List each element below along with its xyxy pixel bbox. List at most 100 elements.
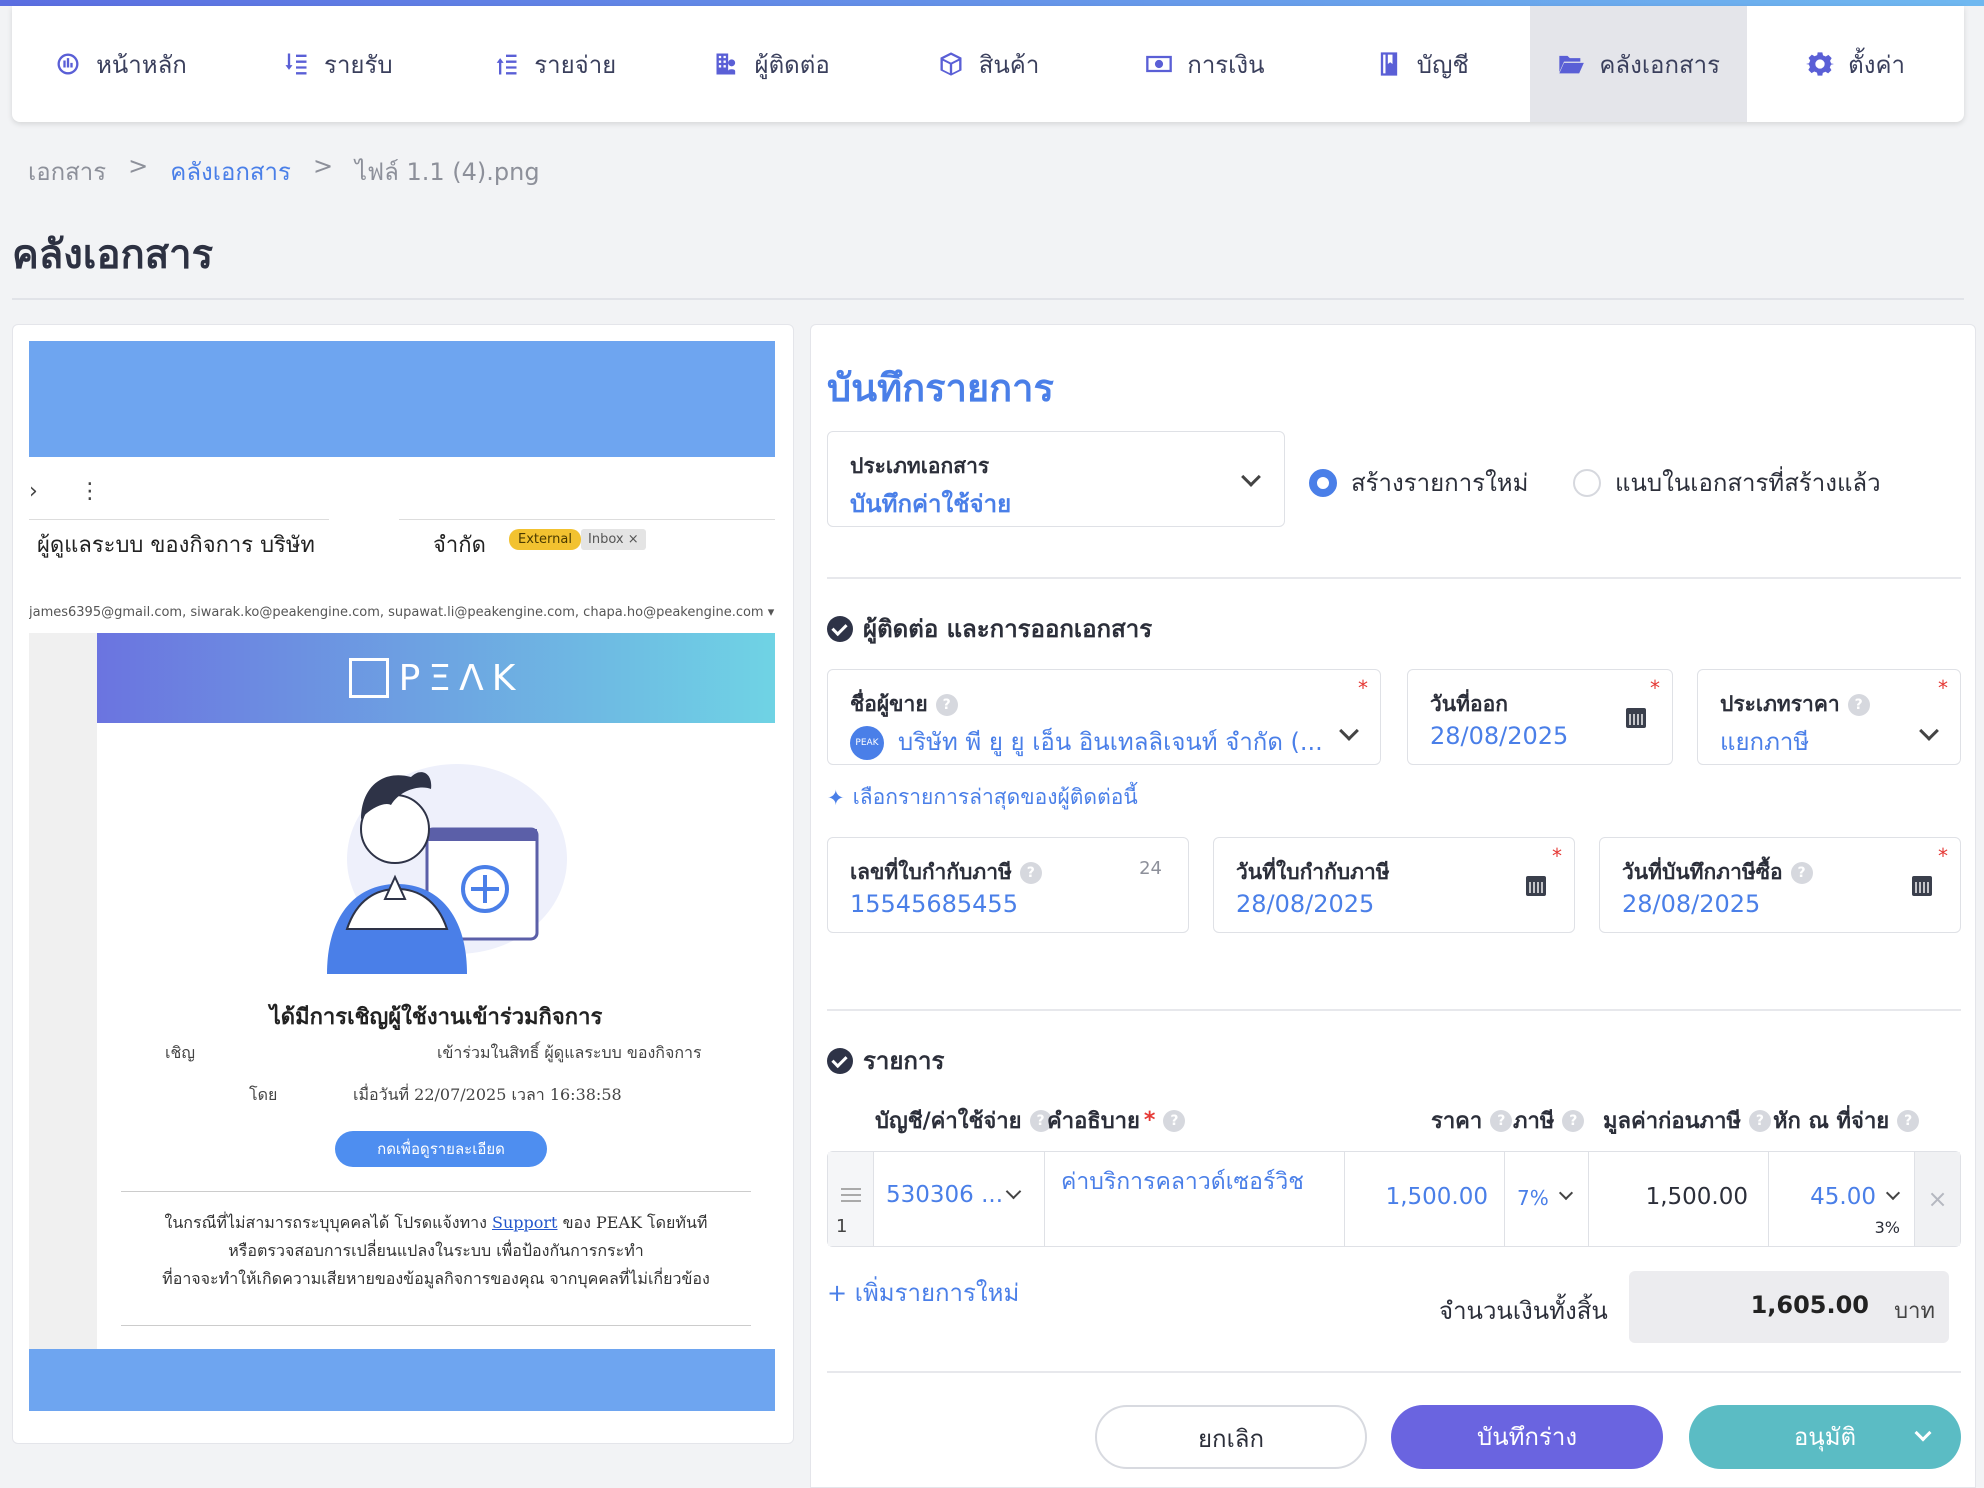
nav-item-settings[interactable]: ตั้งค่า: [1747, 6, 1964, 122]
contact-section-header: ผู้ติดต่อ และการออกเอกสาร: [827, 609, 1152, 648]
drag-handle[interactable]: 1: [828, 1152, 874, 1246]
form-title: บันทึกรายการ: [827, 366, 1054, 410]
email-subject: ผู้ดูแลระบบ ของกิจการ บริษัท: [37, 533, 315, 558]
column-label: ภาษี: [1513, 1109, 1555, 1134]
tax-invoice-date-field[interactable]: วันที่ใบกำกับภาษี 28/08/2025 *: [1213, 837, 1575, 933]
nav-item-accounting[interactable]: บัญชี: [1313, 6, 1530, 122]
email-body: PΞΛK ได้มีการเชิญผู้ใช้งานเข้าร่วมกิจการ…: [97, 633, 775, 1349]
account-value: 530306 ...: [886, 1182, 1004, 1208]
section-divider: [827, 577, 1961, 579]
price-input[interactable]: 1,500.00: [1344, 1152, 1504, 1246]
nav-item-products[interactable]: สินค้า: [880, 6, 1097, 122]
column-label: บัญชี/ค่าใช้จ่าย: [875, 1109, 1022, 1134]
calendar-icon[interactable]: [1626, 708, 1646, 728]
page-title: คลังเอกสาร: [12, 232, 214, 278]
field-label: ประเภทเอกสาร: [850, 454, 990, 478]
withholding-value: 45.00: [1810, 1184, 1876, 1210]
nav-item-income[interactable]: รายรับ: [229, 6, 446, 122]
price-value: 1,500.00: [1385, 1184, 1488, 1210]
help-icon[interactable]: ?: [1847, 694, 1870, 716]
help-icon[interactable]: ?: [1748, 1109, 1771, 1132]
breadcrumb-documents[interactable]: เอกสาร: [28, 152, 106, 191]
invite-title: ได้มีการเชิญผู้ใช้งานเข้าร่วมกิจการ: [269, 1004, 603, 1030]
chevron-down-icon: [1005, 1183, 1022, 1200]
nav-item-label: ผู้ติดต่อ: [754, 50, 830, 79]
nav-item-expense[interactable]: รายจ่าย: [446, 6, 663, 122]
section-title: รายการ: [863, 1047, 945, 1075]
column-label: ราคา: [1431, 1109, 1483, 1134]
description-input[interactable]: ค่าบริการคลาวด์เซอร์วิช: [1044, 1152, 1344, 1246]
column-price: ราคา?: [1431, 1103, 1513, 1138]
character-counter: 24: [1139, 858, 1162, 879]
radio-attach-existing[interactable]: แนบในเอกสารที่สร้างแล้ว: [1573, 463, 1881, 502]
invite-label: เชิญ: [165, 1043, 195, 1062]
pretax-value: 1,500.00: [1645, 1184, 1748, 1210]
calendar-icon[interactable]: [1526, 876, 1546, 896]
tax-invoice-number-field[interactable]: เลขที่ใบกำกับภาษี? 15545685455 24: [827, 837, 1189, 933]
document-type-select[interactable]: ประเภทเอกสาร บันทึกค่าใช้จ่าย: [827, 431, 1285, 527]
purchase-tax-date-field[interactable]: วันที่บันทึกภาษีซื้อ? 28/08/2025 *: [1599, 837, 1961, 933]
preview-bottom-band: [29, 1349, 775, 1411]
price-type-select[interactable]: ประเภทราคา? แยกภาษี *: [1697, 669, 1961, 765]
chevron-down-icon[interactable]: [1914, 1424, 1932, 1442]
account-select[interactable]: 530306 ...: [874, 1152, 1044, 1246]
required-asterisk: *: [1552, 844, 1562, 868]
required-asterisk: *: [1938, 844, 1948, 868]
nav-item-label: ตั้งค่า: [1848, 50, 1905, 79]
nav-item-home[interactable]: หน้าหลัก: [12, 6, 229, 122]
nav-item-finance[interactable]: การเงิน: [1096, 6, 1313, 122]
cancel-button[interactable]: ยกเลิก: [1095, 1405, 1367, 1469]
description-value: ค่าบริการคลาวด์เซอร์วิช: [1061, 1169, 1304, 1195]
view-details-button: กดเพื่อดูรายละเอียด: [335, 1131, 547, 1167]
remove-line-icon[interactable]: ×: [1914, 1152, 1960, 1246]
help-icon[interactable]: ?: [1163, 1109, 1186, 1132]
required-asterisk: *: [1938, 676, 1948, 700]
help-icon[interactable]: ?: [935, 694, 958, 716]
invite-text: เข้าร่วมในสิทธิ์ ผู้ดูแลระบบ ของกิจการ: [437, 1043, 702, 1062]
add-line-button[interactable]: + เพิ่มรายการใหม่: [827, 1273, 1019, 1312]
link-label: เลือกรายการล่าสุดของผู้ติดต่อนี้: [852, 785, 1138, 809]
column-account: บัญชี/ค่าใช้จ่าย?: [875, 1103, 1052, 1138]
field-value: 28/08/2025: [1622, 890, 1761, 918]
section-divider: [827, 1009, 1961, 1011]
breadcrumb-document-vault[interactable]: คลังเอกสาร: [170, 152, 291, 191]
help-icon[interactable]: ?: [1562, 1109, 1585, 1132]
field-label-text: ประเภทราคา: [1720, 692, 1840, 716]
approve-button[interactable]: อนุมัติ: [1689, 1405, 1961, 1469]
seller-name-select[interactable]: ชื่อผู้ขาย? PEAK บริษัท พี ยู ยู เอ็น อิน…: [827, 669, 1381, 765]
chevron-down-icon: [1919, 721, 1939, 741]
field-value: 15545685455: [850, 890, 1018, 918]
withholding-select[interactable]: 45.00 3%: [1768, 1152, 1916, 1246]
seller-name: บริษัท พี ยู ยู เอ็น อินเทลลิเจนท์ จำกัด…: [898, 728, 1323, 756]
money-icon: [1146, 55, 1173, 73]
nav-item-label: รายจ่าย: [534, 50, 617, 79]
footer-text: ที่อาจจะทำให้เกิดความเสียหายของข้อมูลกิจ…: [162, 1269, 710, 1288]
calendar-icon[interactable]: [1912, 876, 1932, 896]
contacts-icon: [716, 53, 735, 75]
help-icon[interactable]: ?: [1897, 1109, 1920, 1132]
radio-selected-icon: [1309, 468, 1337, 497]
breadcrumb-separator: >: [128, 152, 149, 180]
preview-top-band: [29, 341, 775, 457]
nav-item-contacts[interactable]: ผู้ติดต่อ: [663, 6, 880, 122]
invited-by-label: โดย: [249, 1085, 278, 1104]
field-value: PEAK บริษัท พี ยู ยู เอ็น อินเทลลิเจนท์ จ…: [850, 722, 1323, 761]
save-draft-button[interactable]: บันทึกร่าง: [1391, 1405, 1663, 1469]
help-icon[interactable]: ?: [1490, 1109, 1513, 1132]
inbox-badge: Inbox ×: [581, 529, 646, 550]
nav-item-documents[interactable]: คลังเอกสาร: [1530, 6, 1748, 122]
document-image[interactable]: › ⋮ ผู้ดูแลระบบ ของกิจการ บริษัท จำกัด E…: [29, 341, 775, 1411]
total-value: 1,605.00: [1750, 1291, 1869, 1319]
preview-toolbar: › ⋮: [29, 479, 101, 504]
tax-select[interactable]: 7%: [1504, 1152, 1588, 1246]
select-latest-link[interactable]: ✦ เลือกรายการล่าสุดของผู้ติดต่อนี้: [827, 781, 1138, 814]
help-icon[interactable]: ?: [1790, 862, 1813, 884]
peak-banner: PΞΛK: [97, 633, 775, 723]
help-icon[interactable]: ?: [1019, 862, 1042, 884]
nav-item-label: คลังเอกสาร: [1599, 50, 1720, 79]
total-amount-box: 1,605.00 บาท: [1629, 1271, 1949, 1343]
nav-item-label: การเงิน: [1187, 50, 1265, 79]
radio-create-new[interactable]: สร้างรายการใหม่: [1309, 463, 1528, 502]
issue-date-field[interactable]: วันที่ออก 28/08/2025 *: [1407, 669, 1673, 765]
radio-unselected-icon: [1573, 468, 1601, 497]
